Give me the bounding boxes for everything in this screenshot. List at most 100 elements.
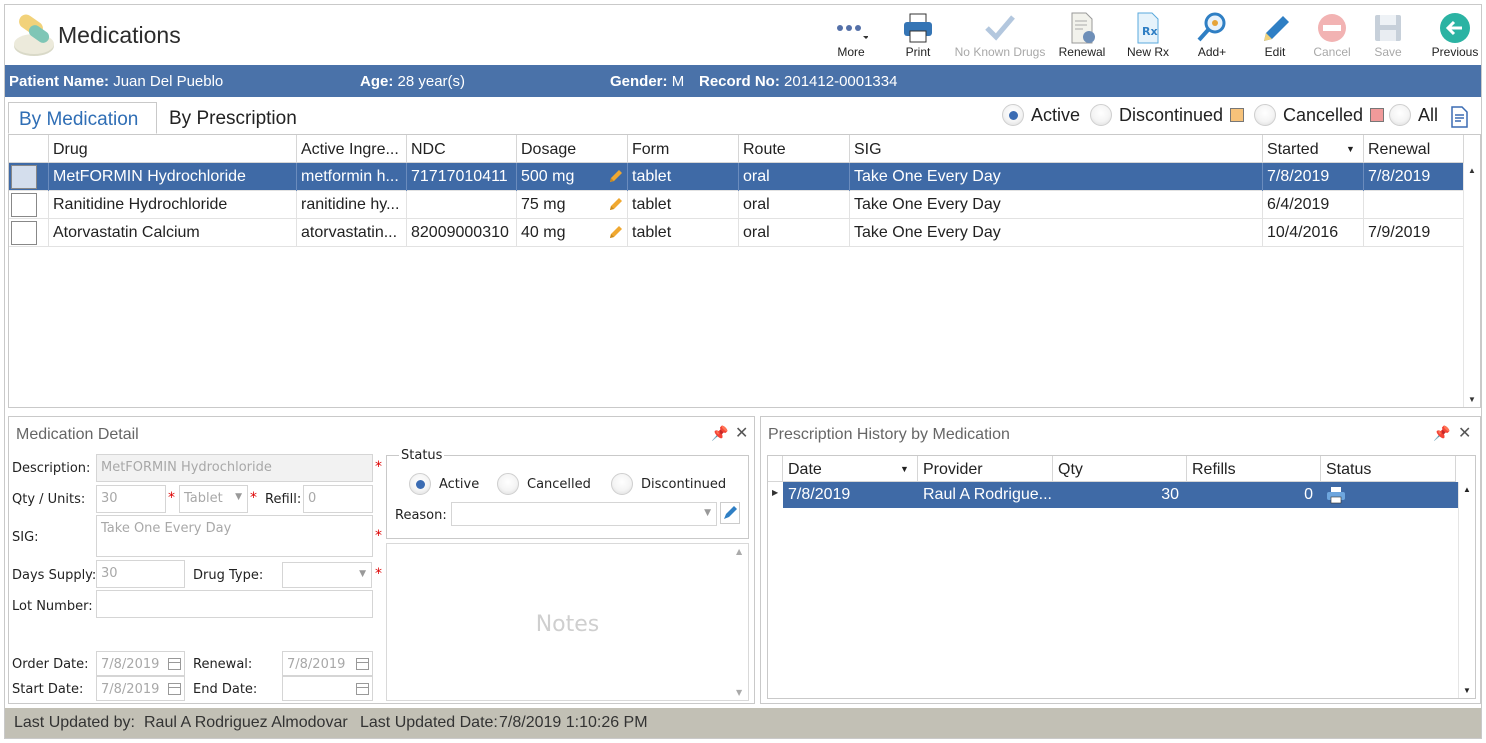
discontinued-color-swatch bbox=[1230, 108, 1245, 122]
row-checkbox[interactable] bbox=[11, 221, 37, 245]
history-cell-refills: 0 bbox=[1304, 486, 1313, 503]
row-checkbox[interactable] bbox=[11, 165, 37, 189]
reason-select[interactable]: ▼ bbox=[451, 502, 717, 526]
status-footer: Last Updated by: Raul A Rodriguez Almodo… bbox=[5, 708, 1481, 738]
toolbar-button-label: Cancel bbox=[1313, 45, 1351, 59]
radio-icon[interactable] bbox=[1254, 104, 1276, 126]
sig-field[interactable]: Take One Every Day bbox=[96, 515, 373, 557]
scroll-down-icon[interactable]: ▼ bbox=[1468, 395, 1476, 404]
scroll-down-icon[interactable]: ▼ bbox=[1463, 686, 1471, 695]
status-active-option[interactable]: Active bbox=[409, 473, 479, 495]
renewal-date-field[interactable]: 7/8/2019 bbox=[282, 651, 373, 676]
history-scrollbar[interactable]: ▲ ▼ bbox=[1458, 482, 1475, 698]
order-date-field[interactable]: 7/8/2019 bbox=[96, 651, 185, 676]
days-supply-field[interactable]: 30 bbox=[96, 560, 185, 588]
refill-field[interactable]: 0 bbox=[303, 485, 373, 513]
filter-all[interactable]: All bbox=[1389, 104, 1438, 126]
cell-dosage: 500 mg bbox=[517, 163, 628, 191]
qty-field[interactable]: 30 bbox=[96, 485, 166, 513]
toolbar-button-no-known-drugs[interactable]: No Known Drugs bbox=[953, 5, 1047, 65]
grid-scrollbar[interactable]: ▲ ▼ bbox=[1463, 163, 1480, 407]
reason-label: Reason: bbox=[395, 508, 447, 523]
updated-by-value: Raul A Rodriguez Almodovar bbox=[144, 714, 348, 731]
toolbar-button-cancel[interactable]: Cancel bbox=[1312, 5, 1352, 65]
filter-cancelled[interactable]: Cancelled bbox=[1254, 104, 1385, 126]
filter-active[interactable]: Active bbox=[1002, 104, 1080, 126]
filter-discontinued[interactable]: Discontinued bbox=[1090, 104, 1245, 126]
svg-text:Rx: Rx bbox=[1142, 25, 1158, 38]
calendar-icon bbox=[168, 683, 181, 695]
edit-reason-icon[interactable] bbox=[720, 502, 740, 524]
toolbar-button-add[interactable]: Add+ bbox=[1192, 5, 1232, 65]
grid-header-form[interactable]: Form bbox=[628, 135, 739, 163]
toolbar-button-previous[interactable]: Previous bbox=[1425, 5, 1485, 65]
description-field[interactable]: MetFORMIN Hydrochloride bbox=[96, 454, 373, 482]
edit-dosage-icon[interactable] bbox=[608, 224, 624, 240]
toolbar-button-save[interactable]: Save bbox=[1368, 5, 1408, 65]
grid-header-renewal[interactable]: Renewal bbox=[1364, 135, 1464, 163]
table-row[interactable]: Ranitidine Hydrochloride ranitidine hy...… bbox=[9, 191, 1464, 219]
cell-route: oral bbox=[739, 191, 850, 219]
cell-form: tablet bbox=[628, 191, 739, 219]
toolbar-button-label: Add+ bbox=[1197, 45, 1227, 59]
history-row[interactable]: ▶ 7/8/2019 Raul A Rodrigue... 30 0 bbox=[768, 482, 1458, 508]
start-date-field[interactable]: 7/8/2019 bbox=[96, 676, 185, 701]
new-rx-icon: Rx bbox=[1137, 12, 1159, 44]
radio-icon[interactable] bbox=[1002, 104, 1024, 126]
grid-header-route[interactable]: Route bbox=[739, 135, 850, 163]
drug-type-select[interactable]: ▼ bbox=[282, 562, 372, 588]
notes-field[interactable]: Notes bbox=[386, 543, 749, 701]
status-discontinued-option[interactable]: Discontinued bbox=[611, 473, 726, 495]
units-select[interactable]: Tablet ▼ bbox=[179, 485, 248, 513]
cell-renewal: 7/9/2019 bbox=[1364, 219, 1464, 247]
toolbar-button-edit[interactable]: Edit bbox=[1255, 5, 1295, 65]
tab-by-prescription[interactable]: By Prescription bbox=[159, 102, 307, 134]
toolbar-button-print[interactable]: Print bbox=[898, 5, 938, 65]
grid-header-drug[interactable]: Drug bbox=[49, 135, 297, 163]
pin-icon[interactable]: 📌 bbox=[1433, 425, 1450, 442]
toolbar-button-label: Save bbox=[1374, 45, 1402, 59]
close-icon[interactable]: ✕ bbox=[735, 423, 748, 443]
radio-icon[interactable] bbox=[1090, 104, 1112, 126]
toolbar-button-renewal[interactable]: Renewal bbox=[1057, 5, 1107, 65]
cell-started: 7/8/2019 bbox=[1263, 163, 1364, 191]
history-header-provider[interactable]: Provider bbox=[918, 456, 1053, 482]
history-header-status[interactable]: Status bbox=[1321, 456, 1456, 482]
chevron-down-icon: ▼ bbox=[704, 508, 711, 518]
grid-header-sig[interactable]: SIG bbox=[850, 135, 1263, 163]
row-checkbox[interactable] bbox=[11, 193, 37, 217]
edit-dosage-icon[interactable] bbox=[608, 196, 624, 212]
cell-ingredient: atorvastatin... bbox=[297, 219, 407, 247]
status-cancelled-option[interactable]: Cancelled bbox=[497, 473, 591, 495]
close-icon[interactable]: ✕ bbox=[1458, 423, 1471, 443]
edit-dosage-icon[interactable] bbox=[608, 168, 624, 184]
export-report-icon[interactable] bbox=[1449, 106, 1469, 128]
lot-number-field[interactable] bbox=[96, 590, 373, 618]
calendar-icon bbox=[356, 683, 369, 695]
printer-icon[interactable] bbox=[1326, 486, 1346, 504]
cell-route: oral bbox=[739, 163, 850, 191]
table-row[interactable]: Atorvastatin Calcium atorvastatin... 82009… bbox=[9, 219, 1464, 247]
chevron-down-icon: ▼ bbox=[359, 569, 366, 579]
scroll-up-icon[interactable]: ▲ bbox=[736, 547, 742, 556]
radio-icon[interactable] bbox=[1389, 104, 1411, 126]
order-date-label: Order Date: bbox=[12, 657, 89, 672]
history-header-qty[interactable]: Qty bbox=[1053, 456, 1187, 482]
end-date-label: End Date: bbox=[193, 682, 258, 697]
scroll-up-icon[interactable]: ▲ bbox=[1463, 485, 1471, 494]
scroll-up-icon[interactable]: ▲ bbox=[1468, 166, 1476, 175]
history-header-refills[interactable]: Refills bbox=[1187, 456, 1321, 482]
grid-header-ndc[interactable]: NDC bbox=[407, 135, 517, 163]
toolbar-button-more[interactable]: More bbox=[831, 5, 871, 65]
tab-by-medication[interactable]: By Medication bbox=[8, 102, 157, 134]
history-header-date[interactable]: Date bbox=[783, 456, 918, 482]
scroll-down-icon[interactable]: ▼ bbox=[736, 688, 742, 697]
grid-header-dosage[interactable]: Dosage bbox=[517, 135, 628, 163]
toolbar-button-new-rx[interactable]: Rx New Rx bbox=[1127, 5, 1169, 65]
pill-bottle-icon bbox=[14, 14, 54, 56]
updated-date-value: 7/8/2019 1:10:26 PM bbox=[499, 714, 648, 731]
table-row[interactable]: MetFORMIN Hydrochloride metformin h... 717… bbox=[9, 163, 1464, 191]
pin-icon[interactable]: 📌 bbox=[711, 425, 728, 442]
end-date-field[interactable] bbox=[282, 676, 373, 701]
grid-header-ingredient[interactable]: Active Ingre... bbox=[297, 135, 407, 163]
